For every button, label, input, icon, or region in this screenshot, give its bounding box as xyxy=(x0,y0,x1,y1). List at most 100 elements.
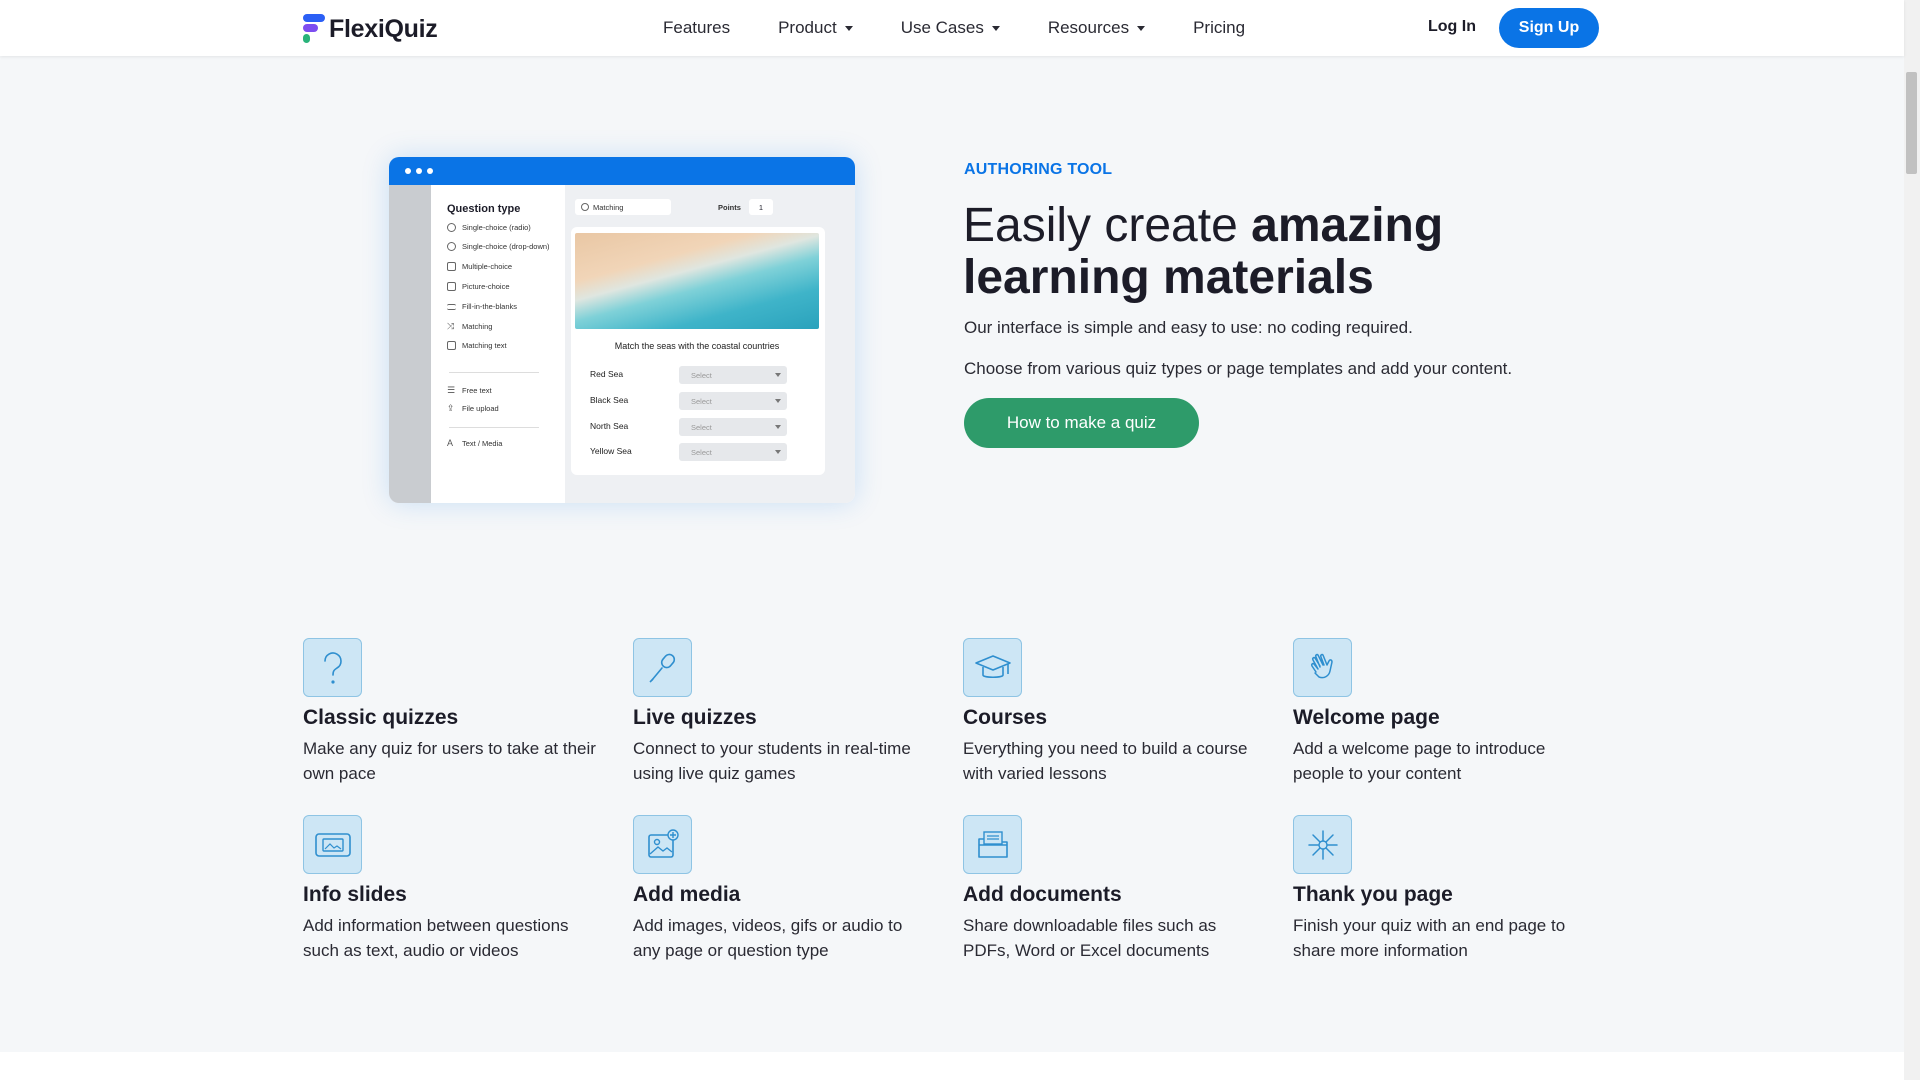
feature-title: Thank you page xyxy=(1293,883,1453,906)
signup-button[interactable]: Sign Up xyxy=(1499,8,1599,48)
blanks-icon xyxy=(447,303,456,310)
feature-title: Courses xyxy=(963,706,1048,729)
question-type-title: Question type xyxy=(447,203,521,215)
match-row-select: Select xyxy=(679,392,787,410)
hero-paragraph-2: Choose from various quiz types or page t… xyxy=(964,359,1513,378)
nav-use-cases-label: Use Cases xyxy=(900,18,984,37)
feature-title: Add media xyxy=(633,883,741,906)
question-type-item: Matching text xyxy=(447,341,507,350)
mockup-content-layer: Question type Single-choice (radio) Sing… xyxy=(389,157,855,503)
question-type-label: Fill-in-the-blanks xyxy=(462,302,518,311)
grid-icon xyxy=(447,341,456,350)
login-link[interactable]: Log In xyxy=(1428,18,1476,36)
question-type-item: ☰ Free text xyxy=(447,385,492,396)
question-type-item: ⤨ Matching xyxy=(447,321,492,332)
text-media-icon: A xyxy=(447,438,454,448)
hero-paragraph-1: Our interface is simple and easy to use:… xyxy=(964,318,1413,337)
graduation-cap-icon xyxy=(963,638,1022,697)
feature-description: Share downloadable files such as PDFs, W… xyxy=(963,916,1217,960)
mockup-question-text: Match the seas with the coastal countrie… xyxy=(614,341,780,351)
select-placeholder: Select xyxy=(691,447,712,457)
nav-product-label: Product xyxy=(778,18,837,37)
feature-courses: Courses Everything you need to build a c… xyxy=(963,638,1273,786)
question-type-label: Matching text xyxy=(462,341,507,350)
feature-description: Make any quiz for users to take at their… xyxy=(303,739,596,783)
question-type-label: Free text xyxy=(462,386,492,395)
feature-add-documents: Add documents Share downloadable files s… xyxy=(963,815,1273,963)
match-row-select: Select xyxy=(679,418,787,436)
match-row-label: Red Sea xyxy=(590,369,624,379)
nav-pricing[interactable]: Pricing xyxy=(1193,18,1245,38)
match-row-label: Yellow Sea xyxy=(590,446,632,456)
question-type-item: Single-choice (drop-down) xyxy=(447,242,550,251)
match-row-label: North Sea xyxy=(590,421,629,431)
nav-resources[interactable]: Resources xyxy=(1047,18,1146,38)
caret-down-icon xyxy=(1137,25,1146,31)
nav-use-cases[interactable]: Use Cases xyxy=(901,18,1000,38)
shuffle-icon: ⤨ xyxy=(447,321,455,331)
question-type-label: Text / Media xyxy=(462,438,503,448)
feature-classic-quizzes: Classic quizzes Make any quiz for users … xyxy=(303,638,613,786)
chevron-down-icon xyxy=(775,373,781,377)
question-type-item: ⇪ File upload xyxy=(447,403,499,414)
feature-live-quizzes: Live quizzes Connect to your students in… xyxy=(633,638,943,786)
nav-pricing-label: Pricing xyxy=(1193,18,1246,37)
feature-info-slides: Info slides Add information between ques… xyxy=(303,815,613,963)
question-type-item: Single-choice (radio) xyxy=(447,223,531,232)
caret-down-icon xyxy=(844,25,853,31)
feature-title: Live quizzes xyxy=(633,706,757,729)
select-placeholder: Select xyxy=(691,370,712,380)
section-eyebrow: AUTHORING TOOL xyxy=(964,161,1113,178)
dropdown-icon xyxy=(447,242,456,251)
nav-features[interactable]: Features xyxy=(663,18,730,38)
feature-description: Finish your quiz with an end page to sha… xyxy=(1293,916,1566,960)
feature-title: Add documents xyxy=(963,883,1122,906)
question-type-label: File upload xyxy=(462,404,499,413)
main-nav: Features Product Use Cases Resources Pri… xyxy=(663,0,1293,56)
question-mark-icon xyxy=(303,638,362,697)
radio-icon xyxy=(447,223,456,232)
image-icon xyxy=(447,282,456,291)
select-placeholder: Select xyxy=(691,422,712,432)
chevron-down-icon xyxy=(775,450,781,454)
nav-resources-label: Resources xyxy=(1047,18,1130,37)
hero-headline: Easily create amazing learning materials xyxy=(963,200,1583,304)
waving-hand-icon xyxy=(1293,638,1352,697)
feature-title: Classic quizzes xyxy=(303,706,459,729)
logo-mark-icon xyxy=(303,14,325,44)
feature-title: Info slides xyxy=(303,883,407,906)
beach-photo xyxy=(575,233,819,329)
caret-down-icon xyxy=(991,25,1000,31)
scrollbar-thumb[interactable] xyxy=(1906,72,1917,174)
info-slide-icon xyxy=(303,815,362,874)
radio-icon xyxy=(581,203,589,211)
select-placeholder: Select xyxy=(691,396,712,406)
feature-welcome-page: Welcome page Add a welcome page to intro… xyxy=(1293,638,1603,786)
match-row-label: Black Sea xyxy=(590,395,629,405)
question-type-label: Multiple-choice xyxy=(462,262,513,271)
selected-type-label: Matching xyxy=(593,202,624,212)
feature-add-media: Add media Add images, videos, gifs or au… xyxy=(633,815,943,963)
flexiquiz-logo[interactable]: FlexiQuiz xyxy=(303,14,438,44)
add-image-icon xyxy=(633,815,692,874)
microphone-icon xyxy=(633,638,692,697)
how-to-make-quiz-button[interactable]: How to make a quiz xyxy=(964,398,1199,448)
sparkle-icon xyxy=(1293,815,1352,874)
question-type-label: Matching xyxy=(462,322,493,331)
feature-description: Add information between questions such a… xyxy=(303,916,569,960)
points-label: Points xyxy=(718,203,741,212)
feature-description: Everything you need to build a course wi… xyxy=(963,739,1248,783)
mockup-type-select: Matching xyxy=(575,199,671,215)
feature-description: Connect to your students in real-time us… xyxy=(633,739,911,783)
top-navbar: FlexiQuiz Features Product Use Cases Res… xyxy=(0,0,1904,56)
question-type-item: A Text / Media xyxy=(447,438,502,448)
points-value: 1 xyxy=(749,199,773,215)
chevron-down-icon xyxy=(775,399,781,403)
chevron-down-icon xyxy=(775,425,781,429)
document-folder-icon xyxy=(963,815,1022,874)
panel-divider xyxy=(449,372,539,373)
nav-product[interactable]: Product xyxy=(778,18,853,38)
question-type-label: Single-choice (radio) xyxy=(462,223,531,232)
question-type-item: Multiple-choice xyxy=(447,262,512,271)
question-type-item: Fill-in-the-blanks xyxy=(447,302,517,311)
